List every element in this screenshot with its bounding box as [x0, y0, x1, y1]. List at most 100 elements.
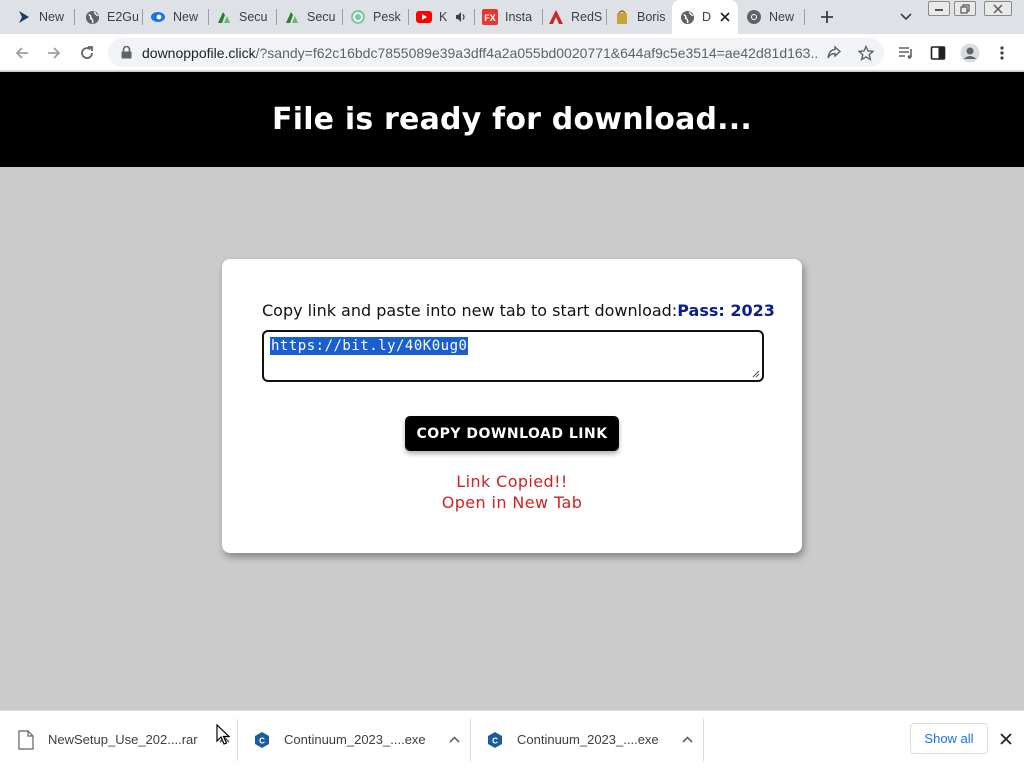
tab-3[interactable]: New — [150, 4, 202, 30]
tab-title: Secu — [307, 10, 336, 24]
speaker-icon[interactable] — [453, 9, 469, 25]
download-link-textarea[interactable]: https://bit.ly/40K0ug0 — [262, 330, 764, 382]
forward-arrow-icon[interactable] — [42, 41, 66, 65]
minimize-window-icon[interactable] — [928, 1, 950, 16]
tab-11-active[interactable]: D — [672, 0, 738, 34]
download-item-3[interactable]: C Continuum_2023_....exe — [485, 711, 697, 768]
more-menu-icon[interactable] — [990, 41, 1014, 65]
download-filename: Continuum_2023_....exe — [517, 732, 659, 747]
download-separator — [703, 719, 704, 761]
instruction-text: Copy link and paste into new tab to star… — [262, 301, 678, 320]
url-path: /?sandy=f62c16bdc7855089e39a3dff4a2a055b… — [255, 44, 818, 61]
mouse-cursor-icon — [216, 724, 230, 745]
media-queue-icon[interactable] — [894, 41, 918, 65]
tab-title: Pesk — [373, 10, 401, 24]
tab-separator — [208, 9, 209, 25]
tab-6[interactable]: Pesk — [350, 4, 402, 30]
tab-2[interactable]: E2Gu — [84, 4, 138, 30]
tab-title: Boris — [637, 10, 666, 24]
tab-title: New — [173, 10, 199, 24]
tab-separator — [342, 9, 343, 25]
show-all-downloads-button[interactable]: Show all — [910, 723, 988, 754]
download-filename: NewSetup_Use_202....rar — [48, 732, 198, 747]
globe-icon — [679, 9, 695, 25]
selected-link-text: https://bit.ly/40K0ug0 — [270, 337, 469, 355]
download-item-1[interactable]: NewSetup_Use_202....rar — [16, 711, 234, 768]
tab-8[interactable]: FX Insta — [482, 4, 538, 30]
lock-icon[interactable] — [119, 46, 133, 60]
svg-text:FX: FX — [484, 13, 496, 23]
tab-separator — [408, 9, 409, 25]
download-separator — [470, 719, 471, 761]
tab-title: D — [702, 10, 712, 24]
globe-icon — [84, 9, 100, 25]
download-options-chevron-icon[interactable] — [446, 731, 464, 749]
download-options-chevron-icon[interactable] — [679, 731, 697, 749]
tab-title: Secu — [239, 10, 268, 24]
tab-separator — [542, 9, 543, 25]
redshift-logo-icon — [548, 9, 564, 25]
tab-10[interactable]: Boris — [614, 4, 666, 30]
fx-logo-icon: FX — [482, 9, 498, 25]
resize-handle-icon[interactable] — [752, 370, 760, 378]
file-icon — [16, 729, 36, 750]
share-icon[interactable] — [824, 43, 844, 63]
tab-search-chevron-icon[interactable] — [896, 7, 916, 27]
shield-logo-icon — [284, 9, 300, 25]
youtube-icon — [416, 9, 432, 25]
tab-title: E2Gu — [107, 10, 138, 24]
installer-icon: C — [485, 730, 505, 750]
svg-text:C: C — [259, 736, 265, 745]
tab-separator — [276, 9, 277, 25]
instruction-line: Copy link and paste into new tab to star… — [262, 301, 775, 320]
password-label: Pass: 2023 — [677, 301, 775, 320]
download-item-2[interactable]: C Continuum_2023_....exe — [252, 711, 464, 768]
download-card: Copy link and paste into new tab to star… — [222, 259, 802, 553]
download-filename: Continuum_2023_....exe — [284, 732, 426, 747]
tab-title: New — [39, 10, 65, 24]
tab-separator — [74, 9, 75, 25]
installer-icon: C — [252, 730, 272, 750]
download-shelf: NewSetup_Use_202....rar C Continuum_2023… — [0, 710, 1024, 768]
tab-title: K — [439, 10, 448, 24]
link-copied-status: Link Copied!! — [456, 472, 568, 491]
tab-title: Insta — [505, 10, 533, 24]
tab-9[interactable]: RedS — [548, 4, 602, 30]
tab-separator — [142, 9, 143, 25]
tab-12[interactable]: New — [746, 4, 798, 30]
page-header-banner: File is ready for download... — [0, 72, 1024, 167]
back-arrow-icon[interactable] — [10, 41, 34, 65]
copy-download-link-button[interactable]: COPY DOWNLOAD LINK — [405, 416, 619, 451]
download-separator — [237, 719, 238, 761]
new-tab-plus-icon[interactable] — [816, 6, 838, 28]
close-window-icon[interactable] — [984, 1, 1012, 16]
arrow-logo-icon — [16, 9, 32, 25]
tab-title: RedS — [571, 10, 602, 24]
tab-5[interactable]: Secu — [284, 4, 336, 30]
open-new-tab-status: Open in New Tab — [441, 493, 583, 512]
eye-logo-icon — [150, 9, 166, 25]
tab-separator — [804, 9, 805, 25]
svg-text:C: C — [492, 736, 498, 745]
address-bar[interactable]: downoppofile.click/?sandy=f62c16bdc78550… — [108, 38, 884, 67]
close-shelf-icon[interactable] — [996, 729, 1016, 749]
page-title: File is ready for download... — [272, 102, 752, 137]
url-text[interactable]: downoppofile.click/?sandy=f62c16bdc78550… — [142, 45, 818, 61]
reload-icon[interactable] — [75, 41, 99, 65]
close-tab-icon[interactable] — [717, 9, 733, 25]
tab-1[interactable]: New — [16, 4, 68, 30]
tab-7[interactable]: K — [416, 4, 470, 30]
bookmark-star-icon[interactable] — [856, 43, 876, 63]
tab-title: New — [769, 10, 795, 24]
tab-separator — [606, 9, 607, 25]
shield-logo-icon — [216, 9, 232, 25]
chat-logo-icon — [350, 9, 366, 25]
url-host: downoppofile.click — [142, 44, 256, 61]
tab-separator — [474, 9, 475, 25]
side-panel-icon[interactable] — [926, 41, 950, 65]
tab-4[interactable]: Secu — [216, 4, 270, 30]
browser-toolbar: downoppofile.click/?sandy=f62c16bdc78550… — [0, 34, 1024, 71]
profile-avatar-icon[interactable] — [958, 41, 982, 65]
chrome-icon — [746, 9, 762, 25]
restore-window-icon[interactable] — [954, 1, 976, 16]
